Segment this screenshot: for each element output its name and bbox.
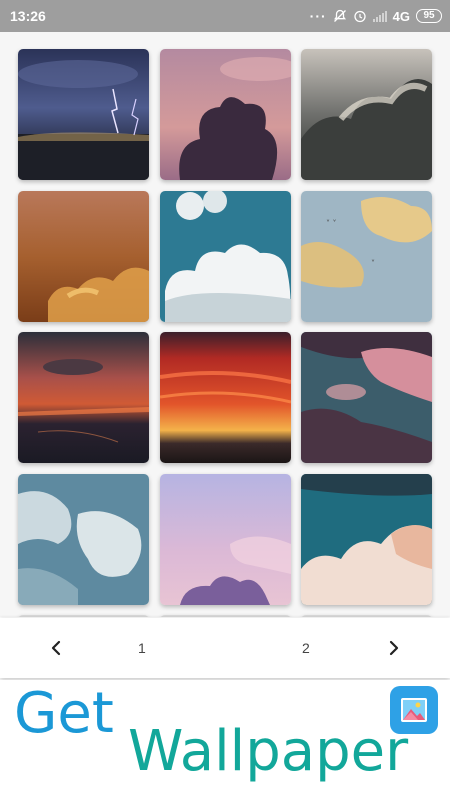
chevron-left-icon xyxy=(51,640,61,656)
muted-bell-icon xyxy=(333,9,346,22)
banner-word-wallpaper: Wallpaper xyxy=(128,719,409,784)
wallpaper-thumbnail-next-row[interactable] xyxy=(160,615,291,617)
pagination-bar: 1 2 xyxy=(0,618,450,678)
clock: 13:26 xyxy=(10,8,46,24)
wallpaper-thumbnail-purple-cloud-silhouette[interactable] xyxy=(160,49,291,180)
wallpaper-thumbnail-teal-sky-peach-clouds[interactable] xyxy=(301,474,432,605)
wallpaper-thumbnail-next-row[interactable] xyxy=(18,615,149,617)
wallpaper-thumbnail-blue-sky-white-clouds[interactable] xyxy=(160,191,291,322)
wallpaper-grid[interactable]: ˅ ˅ ˅ xyxy=(0,32,450,617)
status-bar: 13:26 ··· 4G 95 xyxy=(0,0,450,32)
page-2-button[interactable]: 2 xyxy=(302,640,310,656)
wallpaper-thumbnail-next-row[interactable] xyxy=(301,615,432,617)
wallpaper-thumbnail-yellow-clouds-birds[interactable]: ˅ ˅ ˅ xyxy=(301,191,432,322)
alarm-icon xyxy=(354,10,366,23)
more-notifications-icon: ··· xyxy=(309,8,327,24)
banner-word-get: Get xyxy=(14,681,114,746)
wallpaper-thumbnail-grey-storm-clouds[interactable] xyxy=(301,49,432,180)
signal-icon xyxy=(372,10,387,22)
wallpaper-thumbnail-lightning-storm[interactable] xyxy=(18,49,149,180)
svg-text:˅ ˅: ˅ ˅ xyxy=(326,219,337,228)
image-icon xyxy=(401,698,427,722)
page-1-button[interactable]: 1 xyxy=(138,640,146,656)
wallpaper-thumbnail-orange-sunset-clouds[interactable] xyxy=(18,191,149,322)
network-type: 4G xyxy=(392,8,410,24)
status-icons: ··· 4G 95 xyxy=(310,8,442,24)
wallpaper-thumbnail-lavender-pink-sky[interactable] xyxy=(160,474,291,605)
battery-icon: 95 xyxy=(416,9,442,23)
wallpaper-thumbnail-red-sunset-city[interactable] xyxy=(18,332,149,463)
svg-text:˅: ˅ xyxy=(371,259,375,268)
app-logo[interactable] xyxy=(390,686,438,734)
wallpaper-thumbnail-pink-teal-clouds[interactable] xyxy=(301,332,432,463)
chevron-right-icon xyxy=(389,640,399,656)
app-banner: Get Wallpaper xyxy=(0,680,450,800)
wallpaper-thumbnail-pale-blue-clouds[interactable] xyxy=(18,474,149,605)
wallpaper-thumbnail-fiery-red-sunset[interactable] xyxy=(160,332,291,463)
next-page-button[interactable] xyxy=(382,636,406,660)
previous-page-button[interactable] xyxy=(44,636,68,660)
